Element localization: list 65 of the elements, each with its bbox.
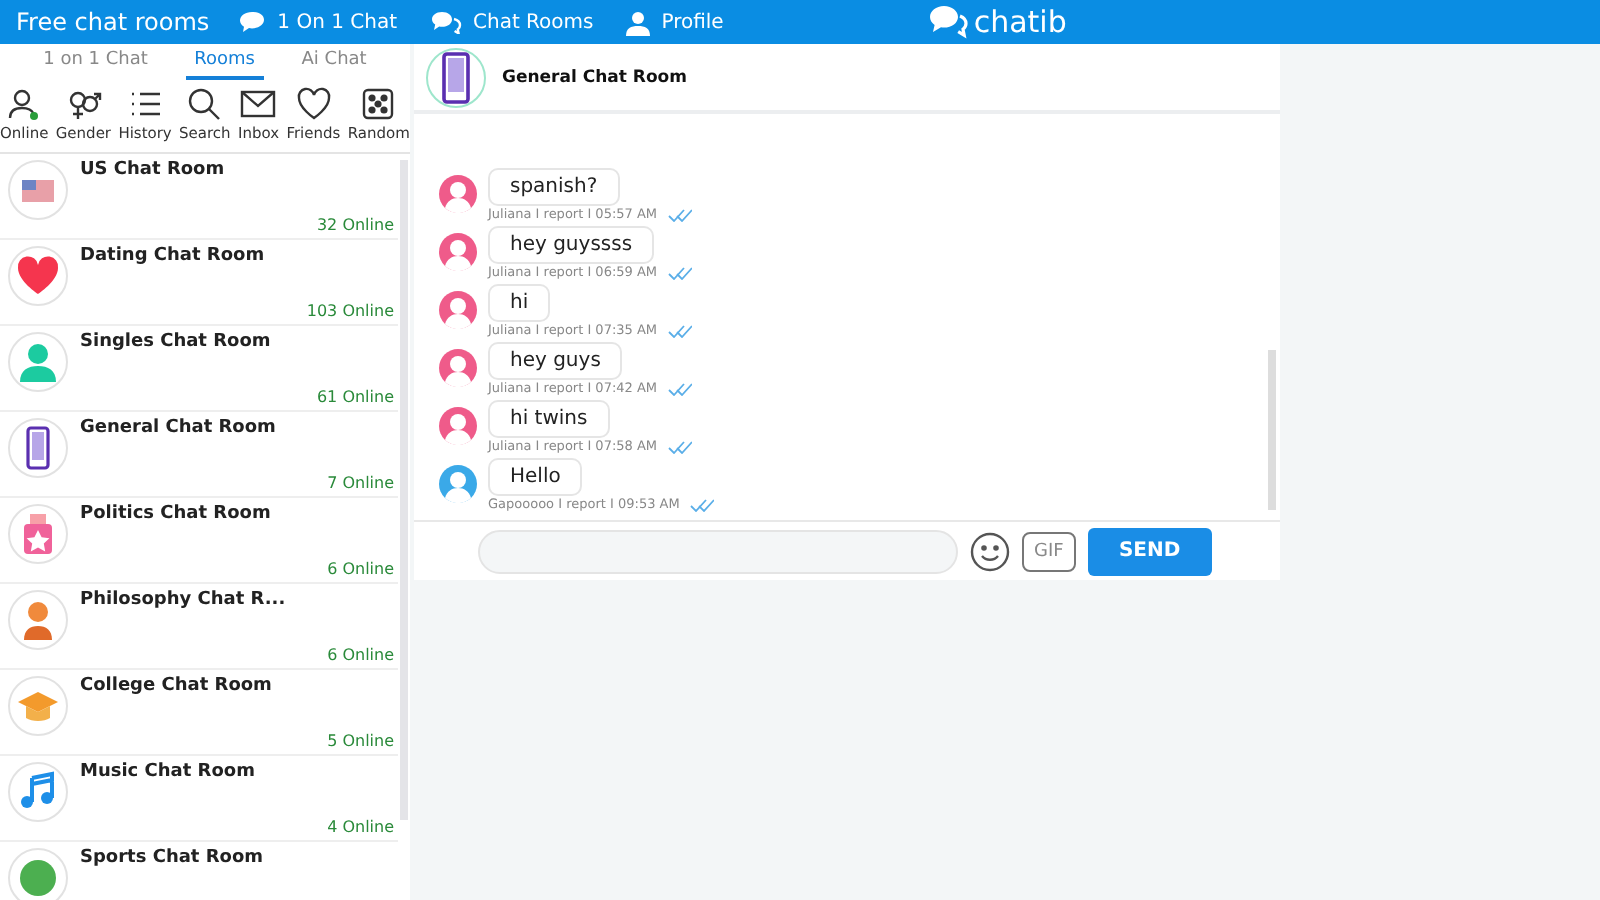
room-item[interactable]: College Chat Room 5 Online <box>0 670 398 756</box>
chat-bubble-icon <box>237 10 266 34</box>
tab[interactable]: Ai Chat <box>293 44 375 80</box>
message-input[interactable] <box>478 529 958 573</box>
heart-icon <box>295 86 332 122</box>
room-item[interactable]: Singles Chat Room 61 Online <box>0 326 398 412</box>
message-bubble: Hello <box>488 458 583 496</box>
message-bubble: hi twins <box>488 400 610 438</box>
message-bubble: hey guys <box>488 342 623 380</box>
nav-link[interactable]: 1 On 1 Chat <box>237 10 397 34</box>
message-bubble: hi <box>488 284 551 322</box>
gif-button[interactable]: GIF <box>1022 531 1076 571</box>
site-title[interactable]: Free chat rooms <box>16 8 210 36</box>
room-name: College Chat Room <box>80 676 274 696</box>
smiley-icon[interactable] <box>970 531 1010 571</box>
room-title: General Chat Room <box>502 67 687 87</box>
tab[interactable]: 1 on 1 Chat <box>35 44 156 80</box>
send-button[interactable]: SEND <box>1087 527 1212 575</box>
room-item[interactable]: US Chat Room 32 Online <box>0 154 398 240</box>
room-item[interactable]: Dating Chat Room 103 Online <box>0 240 398 326</box>
person-icon <box>625 9 650 35</box>
gender-symbols-icon <box>65 86 102 122</box>
nav-link[interactable]: Profile <box>625 9 724 35</box>
room-name: Philosophy Chat R... <box>80 590 288 610</box>
double-check-icon <box>689 497 714 511</box>
double-check-icon <box>667 265 692 279</box>
online-count: 6 Online <box>327 646 394 664</box>
logo[interactable]: chatib <box>927 4 1067 40</box>
online-count: 103 Online <box>306 302 394 320</box>
online-count: 32 Online <box>316 216 394 234</box>
person-icon <box>16 340 60 384</box>
room-item[interactable]: Sports Chat Room <box>0 842 398 900</box>
room-item[interactable]: General Chat Room 7 Online <box>0 412 398 498</box>
music-note-icon <box>16 770 60 814</box>
double-check-icon <box>667 207 692 221</box>
ball-icon <box>16 856 60 900</box>
room-name: Dating Chat Room <box>80 246 267 266</box>
room-name: Politics Chat Room <box>80 504 273 524</box>
room-name: General Chat Room <box>80 418 278 438</box>
room-item[interactable]: Music Chat Room 4 Online <box>0 756 398 842</box>
search-icon <box>186 86 223 122</box>
online-count: 4 Online <box>327 818 394 836</box>
chat-bubbles-icon <box>927 4 968 40</box>
dice-icon <box>360 86 397 122</box>
online-count: 5 Online <box>327 732 394 750</box>
room-name: Singles Chat Room <box>80 332 273 352</box>
tab[interactable]: Rooms <box>186 44 263 80</box>
room-item[interactable]: Politics Chat Room 6 Online <box>0 498 398 584</box>
double-check-icon <box>667 323 692 337</box>
nav-link[interactable]: Chat Rooms <box>429 10 594 34</box>
message-bubble: spanish? <box>488 168 620 206</box>
double-check-icon <box>667 439 692 453</box>
room-name: US Chat Room <box>80 160 227 180</box>
room-name: Sports Chat Room <box>80 848 266 868</box>
envelope-icon <box>240 86 277 122</box>
heart-icon <box>16 254 60 298</box>
message-bubble: hey guyssss <box>488 226 655 264</box>
online-count: 6 Online <box>327 560 394 578</box>
online-count: 7 Online <box>327 474 394 492</box>
room-name: Music Chat Room <box>80 762 257 782</box>
chat-bubbles-icon <box>429 10 461 34</box>
double-check-icon <box>667 381 692 395</box>
room-item[interactable]: Philosophy Chat R... 6 Online <box>0 584 398 670</box>
online-count: 61 Online <box>316 388 394 406</box>
person-icon <box>6 86 43 122</box>
